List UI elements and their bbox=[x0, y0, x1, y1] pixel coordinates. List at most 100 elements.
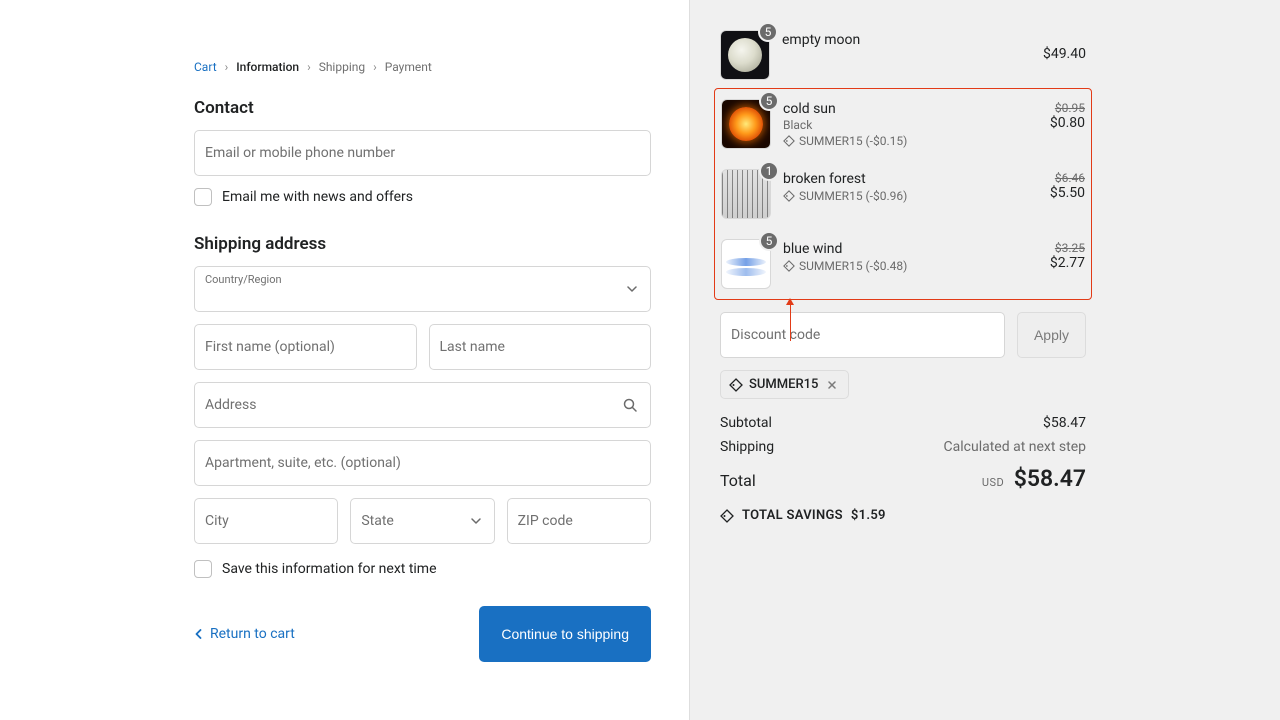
item-discount-text: SUMMER15 (-$0.96) bbox=[799, 189, 907, 203]
tag-icon bbox=[783, 260, 795, 272]
form-actions: Return to cart Continue to shipping bbox=[194, 606, 651, 662]
country-label: Country/Region bbox=[205, 273, 282, 286]
item-name: cold sun bbox=[783, 101, 1003, 117]
item-discount-text: SUMMER15 (-$0.48) bbox=[799, 259, 907, 273]
shipping-label: Shipping bbox=[720, 439, 774, 455]
item-qty-badge: 5 bbox=[759, 231, 779, 251]
subtotal-value: $58.47 bbox=[1043, 415, 1086, 431]
city-placeholder: City bbox=[205, 513, 229, 529]
apartment-placeholder: Apartment, suite, etc. (optional) bbox=[205, 455, 401, 471]
last-name-field[interactable]: Last name bbox=[429, 324, 652, 370]
shipping-value: Calculated at next step bbox=[944, 439, 1086, 455]
apartment-field[interactable]: Apartment, suite, etc. (optional) bbox=[194, 440, 651, 486]
shipping-heading: Shipping address bbox=[194, 234, 651, 254]
email-field[interactable]: Email or mobile phone number bbox=[194, 130, 651, 176]
tag-icon bbox=[729, 378, 743, 392]
tag-icon bbox=[783, 190, 795, 202]
cart-item: 5 cold sun Black SUMMER15 (-$0.15) $0.95… bbox=[721, 89, 1085, 159]
item-name: broken forest bbox=[783, 171, 1003, 187]
item-thumbnail-wrap: 5 bbox=[720, 30, 770, 80]
state-select[interactable]: State bbox=[350, 498, 494, 544]
cart-items: 5 empty moon $49.40 5 cold sun Black bbox=[720, 20, 1086, 300]
breadcrumb-cart[interactable]: Cart bbox=[194, 60, 217, 74]
chevron-left-icon bbox=[194, 629, 204, 639]
address-field[interactable]: Address bbox=[194, 382, 651, 428]
return-to-cart-label: Return to cart bbox=[210, 626, 295, 642]
contact-heading: Contact bbox=[194, 98, 651, 118]
item-thumbnail-wrap: 5 bbox=[721, 99, 771, 149]
breadcrumb-information: Information bbox=[236, 60, 299, 74]
cart-item: 1 broken forest SUMMER15 (-$0.96) $6.46 … bbox=[721, 159, 1085, 229]
newsletter-checkbox-row[interactable]: Email me with news and offers bbox=[194, 188, 651, 206]
shipping-section: Shipping address Country/Region First na… bbox=[194, 234, 651, 578]
total-label: Total bbox=[720, 471, 756, 490]
item-price-original: $6.46 bbox=[1015, 171, 1085, 185]
item-price: $2.77 bbox=[1015, 255, 1085, 271]
item-discount: SUMMER15 (-$0.96) bbox=[783, 189, 1003, 203]
item-qty-badge: 5 bbox=[758, 22, 778, 42]
country-select[interactable]: Country/Region bbox=[194, 266, 651, 312]
item-price-original: $3.25 bbox=[1015, 241, 1085, 255]
save-info-checkbox[interactable] bbox=[194, 560, 212, 578]
item-discount-text: SUMMER15 (-$0.15) bbox=[799, 134, 907, 148]
zip-field[interactable]: ZIP code bbox=[507, 498, 651, 544]
item-thumbnail-wrap: 1 bbox=[721, 169, 771, 219]
save-info-label: Save this information for next time bbox=[222, 561, 437, 577]
breadcrumb-payment: Payment bbox=[385, 60, 432, 74]
item-variant: Black bbox=[783, 118, 1003, 132]
item-price-original: $0.95 bbox=[1015, 101, 1085, 115]
chevron-right-icon: › bbox=[307, 60, 311, 74]
order-totals: Subtotal $58.47 Shipping Calculated at n… bbox=[720, 415, 1086, 523]
address-placeholder: Address bbox=[205, 397, 256, 413]
chevron-down-icon bbox=[626, 283, 638, 295]
apply-discount-button[interactable]: Apply bbox=[1017, 312, 1086, 358]
save-info-checkbox-row[interactable]: Save this information for next time bbox=[194, 560, 651, 578]
item-discount: SUMMER15 (-$0.15) bbox=[783, 134, 1003, 148]
first-name-placeholder: First name (optional) bbox=[205, 339, 335, 355]
annotation-arrow bbox=[790, 299, 791, 341]
checkout-main: Cart › Information › Shipping › Payment … bbox=[0, 0, 690, 720]
discounted-items-highlight: 5 cold sun Black SUMMER15 (-$0.15) $0.95… bbox=[714, 88, 1092, 300]
total-currency: USD bbox=[982, 476, 1004, 489]
chevron-right-icon: › bbox=[373, 60, 377, 74]
newsletter-label: Email me with news and offers bbox=[222, 189, 413, 205]
total-value: $58.47 bbox=[1014, 465, 1086, 492]
return-to-cart-link[interactable]: Return to cart bbox=[194, 626, 295, 642]
zip-placeholder: ZIP code bbox=[518, 513, 573, 529]
applied-discount-code: SUMMER15 bbox=[749, 377, 818, 392]
total-savings: TOTAL SAVINGS $1.59 bbox=[720, 508, 1086, 523]
item-price: $0.80 bbox=[1015, 115, 1085, 131]
chevron-right-icon: › bbox=[225, 60, 229, 74]
applied-discount-tag: SUMMER15 bbox=[720, 370, 849, 399]
item-name: empty moon bbox=[782, 32, 1004, 48]
discount-code-input[interactable]: Discount code bbox=[720, 312, 1005, 358]
last-name-placeholder: Last name bbox=[440, 339, 505, 355]
discount-code-row: Discount code Apply bbox=[720, 312, 1086, 358]
item-price: $49.40 bbox=[1016, 46, 1086, 62]
breadcrumb-shipping: Shipping bbox=[319, 60, 365, 74]
total-savings-value: $1.59 bbox=[851, 508, 886, 523]
cart-item: 5 empty moon $49.40 bbox=[720, 20, 1086, 90]
email-placeholder: Email or mobile phone number bbox=[205, 145, 395, 161]
item-name: blue wind bbox=[783, 241, 1003, 257]
newsletter-checkbox[interactable] bbox=[194, 188, 212, 206]
item-thumbnail-wrap: 5 bbox=[721, 239, 771, 289]
order-summary: 5 empty moon $49.40 5 cold sun Black bbox=[690, 0, 1280, 720]
item-qty-badge: 1 bbox=[759, 161, 779, 181]
total-savings-label: TOTAL SAVINGS bbox=[742, 508, 843, 523]
tag-icon bbox=[720, 509, 734, 523]
breadcrumb: Cart › Information › Shipping › Payment bbox=[194, 60, 651, 74]
item-qty-badge: 5 bbox=[759, 91, 779, 111]
item-price: $5.50 bbox=[1015, 185, 1085, 201]
city-field[interactable]: City bbox=[194, 498, 338, 544]
chevron-down-icon bbox=[470, 515, 482, 527]
contact-section: Contact Email or mobile phone number Ema… bbox=[194, 98, 651, 206]
search-icon bbox=[622, 397, 638, 413]
subtotal-label: Subtotal bbox=[720, 415, 772, 431]
tag-icon bbox=[783, 135, 795, 147]
state-placeholder: State bbox=[361, 513, 394, 529]
first-name-field[interactable]: First name (optional) bbox=[194, 324, 417, 370]
continue-to-shipping-button[interactable]: Continue to shipping bbox=[479, 606, 651, 662]
remove-discount-button[interactable] bbox=[824, 379, 840, 391]
cart-item: 5 blue wind SUMMER15 (-$0.48) $3.25 $2.7… bbox=[721, 229, 1085, 299]
